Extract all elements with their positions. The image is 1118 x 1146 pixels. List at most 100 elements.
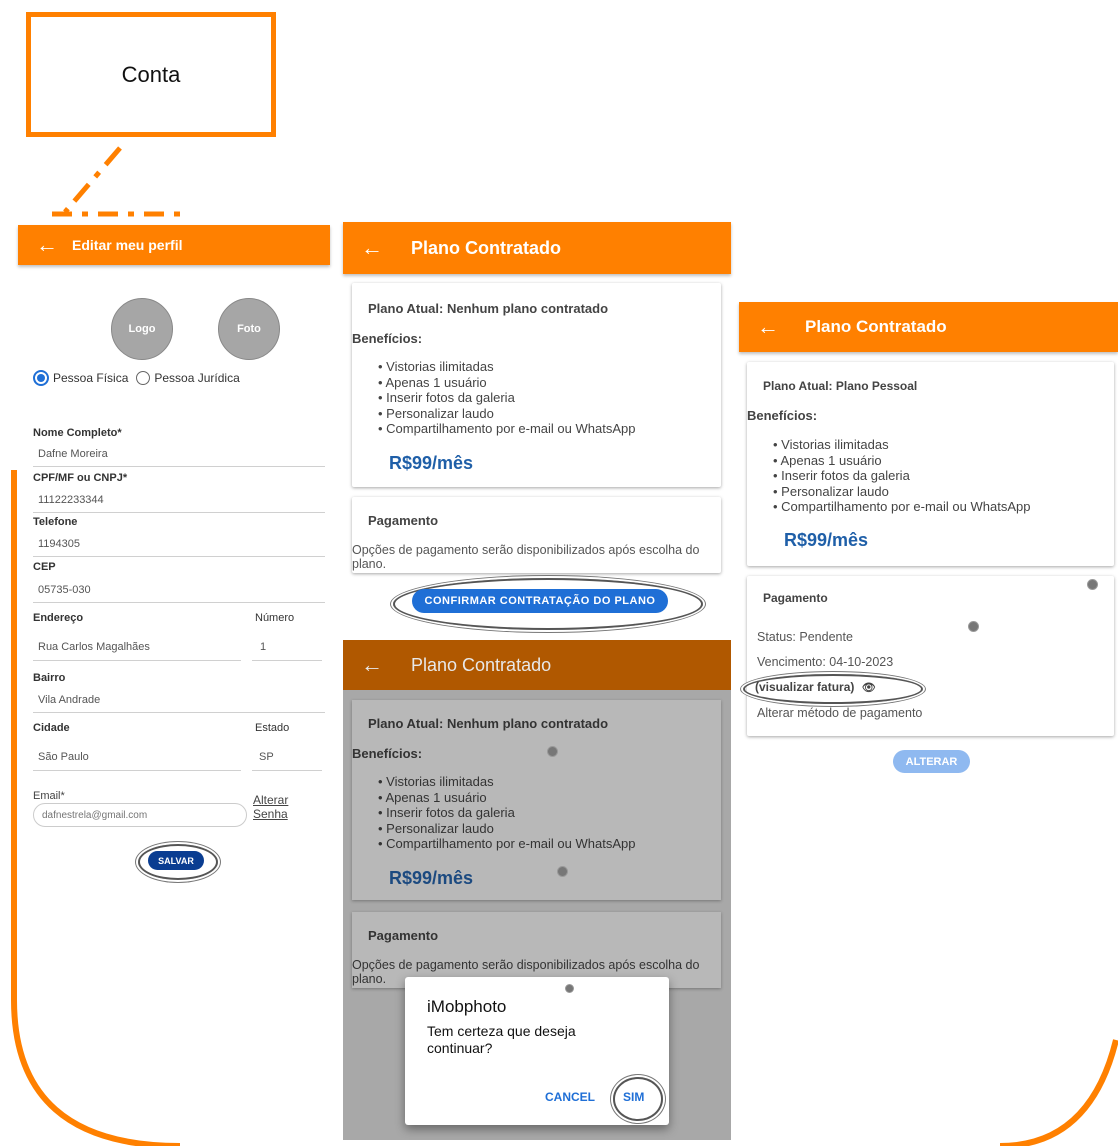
logo-label: Logo (128, 323, 156, 335)
telefone-input[interactable]: 1194305 (38, 538, 80, 550)
benefit-item: Apenas 1 usuário (378, 375, 635, 391)
nome-input[interactable]: Dafne Moreira (38, 448, 108, 460)
save-button[interactable]: SALVAR (148, 851, 204, 870)
payment-due: Vencimento: 04-10-2023 (757, 655, 894, 669)
bairro-input[interactable]: Vila Andrade (38, 694, 100, 706)
radio-juridica-label: Pessoa Jurídica (154, 371, 240, 385)
alter-button[interactable]: ALTERAR (893, 750, 970, 773)
active-benefits-label: Benefícios: (747, 408, 818, 423)
benefit-item: Apenas 1 usuário (773, 453, 1030, 469)
dim-appbar: ← Plano Contratado (343, 640, 731, 690)
dialog-title: iMobphoto (427, 997, 507, 1016)
confirm-dialog: iMobphoto Tem certeza que deseja continu… (405, 977, 669, 1125)
profile-appbar: ← Editar meu perfil (18, 225, 330, 265)
endereco-input[interactable]: Rua Carlos Magalhães (38, 641, 150, 653)
active-payment-card: Pagamento Status: Pendente Vencimento: 0… (743, 576, 1114, 736)
payment-text: Opções de pagamento serão disponibilizad… (352, 543, 700, 571)
benefit-item: Inserir fotos da galeria (378, 390, 635, 406)
cpf-underline (33, 512, 325, 513)
logo-upload[interactable]: Logo (111, 298, 173, 360)
telefone-label: Telefone (33, 516, 78, 528)
email-input[interactable] (33, 803, 247, 827)
photo-upload[interactable]: Foto (218, 298, 280, 360)
annotation-box: Conta (26, 12, 276, 137)
benefit-item: Inserir fotos da galeria (773, 468, 1030, 484)
back-arrow-icon[interactable]: ← (361, 652, 397, 678)
email-label: Email* (33, 790, 65, 802)
eye-icon: 👁 (861, 682, 876, 694)
cidade-input[interactable]: São Paulo (38, 751, 89, 763)
dim-payment-title: Pagamento (368, 928, 439, 943)
radio-juridica[interactable] (136, 371, 151, 385)
back-arrow-icon[interactable]: ← (36, 232, 72, 258)
dim-plan-price: R$99/mês (389, 868, 474, 888)
dialog-message: Tem certeza que deseja continuar? (427, 1023, 576, 1056)
active-plan-title: Plano Contratado (805, 317, 947, 336)
active-plan-current: Plano Atual: Plano Pessoal (763, 379, 918, 393)
plan-card: Plano Atual: Nenhum plano contratado Ben… (352, 283, 721, 487)
benefit-item: Personalizar laudo (378, 821, 635, 837)
telefone-underline (33, 556, 325, 557)
active-plan-appbar: ← Plano Contratado (739, 302, 1118, 352)
photo-label: Foto (237, 323, 261, 335)
active-payment-title: Pagamento (763, 591, 828, 605)
numero-label: Número (255, 612, 295, 624)
estado-input[interactable]: SP (259, 751, 274, 763)
radio-selected-dot (37, 374, 45, 382)
active-benefits-list: Vistorias ilimitadas Apenas 1 usuário In… (773, 437, 1030, 515)
endereco-underline (33, 660, 241, 661)
benefits-label: Benefícios: (352, 331, 423, 346)
cpf-label: CPF/MF ou CNPJ* (33, 472, 128, 484)
benefits-list: Vistorias ilimitadas Apenas 1 usuário In… (378, 359, 635, 437)
payment-status: Status: Pendente (757, 630, 853, 644)
dialog-confirm-button[interactable]: SIM (617, 1089, 650, 1105)
confirm-plan-button[interactable]: CONFIRMAR CONTRATAÇÃO DO PLANO (412, 589, 668, 613)
plan-appbar: ← Plano Contratado (343, 222, 731, 274)
touch-marker-dot (968, 621, 979, 632)
profile-title: Editar meu perfil (72, 237, 183, 253)
senha-text: Senha (253, 807, 288, 821)
radio-fisica[interactable] (33, 370, 49, 386)
alterar-text: Alterar (253, 793, 289, 807)
dim-plan-card: Plano Atual: Nenhum plano contratado Ben… (352, 700, 721, 900)
radio-fisica-label: Pessoa Física (53, 371, 129, 385)
cidade-label: Cidade (33, 722, 70, 734)
invoice-link[interactable]: (visualizar fatura) 👁 (755, 680, 876, 694)
plan-title: Plano Contratado (411, 237, 562, 258)
bairro-label: Bairro (33, 672, 66, 684)
cep-underline (33, 602, 325, 603)
alterar-senha-link[interactable]: Alterar Senha (253, 793, 288, 821)
numero-input[interactable]: 1 (260, 641, 266, 653)
benefit-item: Vistorias ilimitadas (378, 774, 635, 790)
estado-label: Estado (255, 722, 290, 734)
benefit-item: Apenas 1 usuário (378, 790, 635, 806)
endereco-label: Endereço (33, 612, 84, 624)
benefit-item: Personalizar laudo (773, 484, 1030, 500)
touch-marker-dot (547, 746, 558, 757)
benefit-item: Vistorias ilimitadas (773, 437, 1030, 453)
active-plan-card: Plano Atual: Plano Pessoal Benefícios: V… (747, 362, 1114, 566)
nome-underline (33, 466, 325, 467)
cep-label: CEP (33, 561, 56, 573)
estado-underline (252, 770, 322, 771)
plan-price: R$99/mês (389, 453, 474, 473)
person-type-radios: Pessoa Física Pessoa Jurídica (33, 370, 240, 386)
change-method-link[interactable]: Alterar método de pagamento (757, 706, 922, 720)
cep-input[interactable]: 05735-030 (38, 584, 91, 596)
touch-marker-dot (565, 984, 574, 993)
dialog-cancel-button[interactable]: CANCEL (539, 1089, 601, 1105)
plan-current: Plano Atual: Nenhum plano contratado (368, 301, 609, 316)
bairro-underline (33, 712, 325, 713)
benefit-item: Personalizar laudo (378, 406, 635, 422)
annotation-label: Conta (121, 61, 181, 87)
touch-marker-dot (1087, 579, 1098, 590)
cpf-input[interactable]: 11122233344 (38, 494, 104, 506)
benefit-item: Compartilhamento por e-mail ou WhatsApp (378, 421, 635, 437)
dim-benefits-label: Benefícios: (352, 746, 423, 761)
dim-plan-title: Plano Contratado (411, 654, 552, 675)
back-arrow-icon[interactable]: ← (361, 235, 397, 261)
invoice-text: (visualizar fatura) (755, 680, 855, 694)
benefit-item: Inserir fotos da galeria (378, 805, 635, 821)
touch-marker-dot (557, 866, 568, 877)
back-arrow-icon[interactable]: ← (757, 314, 793, 340)
